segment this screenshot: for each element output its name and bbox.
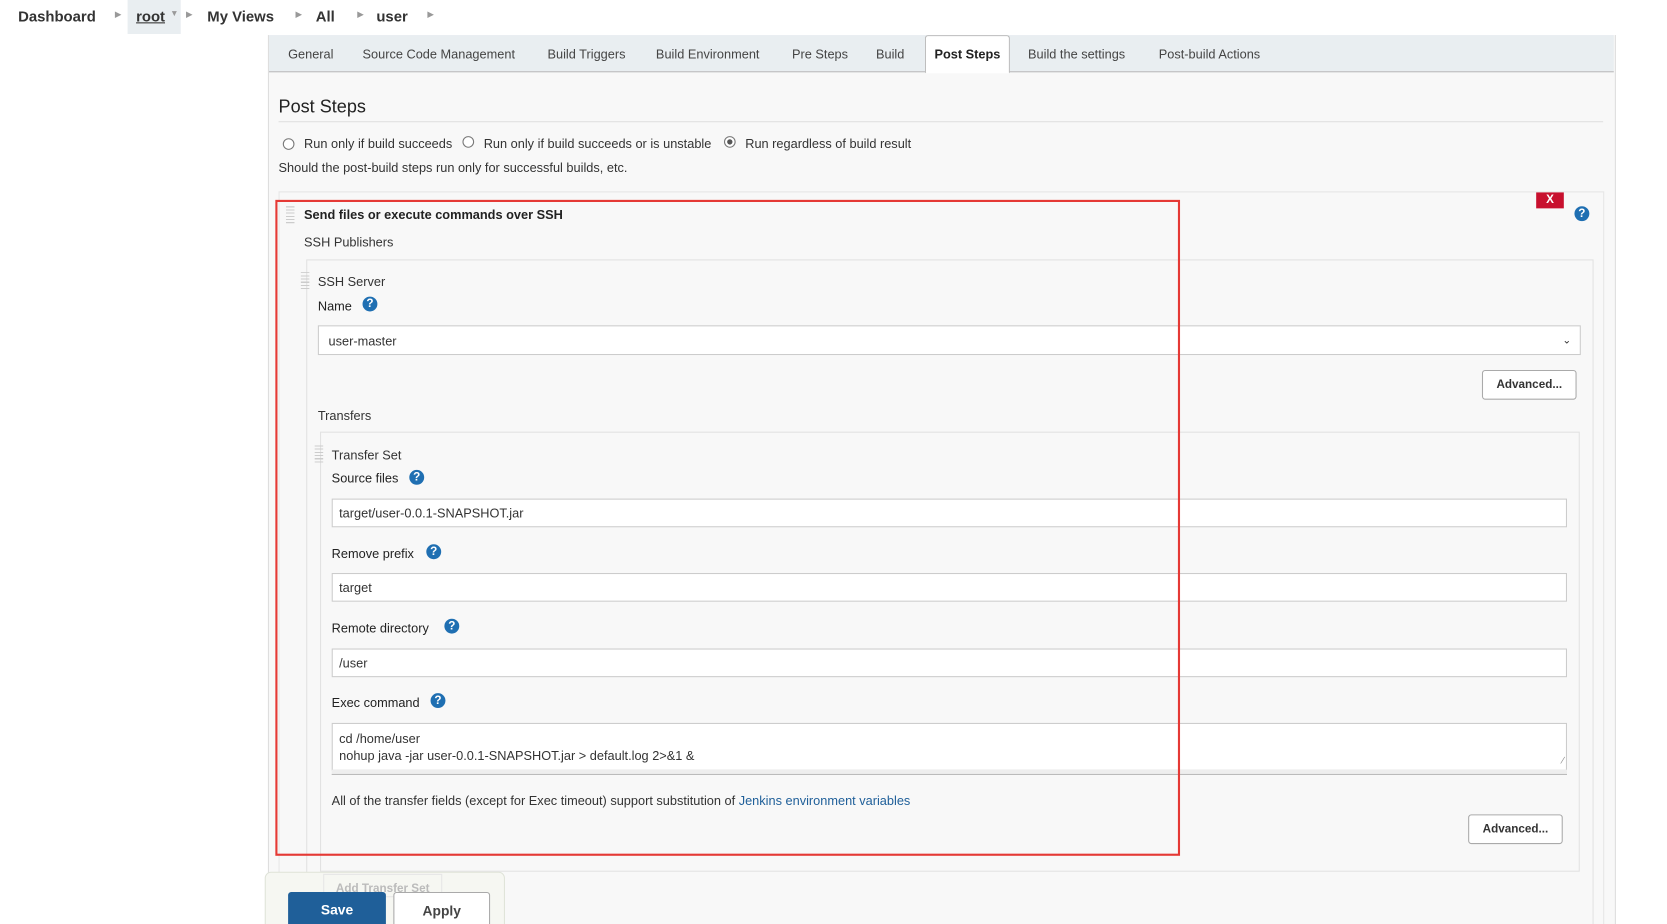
chevron-down-icon: ⌄ <box>1562 334 1572 347</box>
resize-handle-icon[interactable]: ∕ <box>1562 752 1564 769</box>
tab-post-build-actions[interactable]: Post-build Actions <box>1159 47 1260 62</box>
apply-button[interactable]: Apply <box>393 891 491 924</box>
breadcrumb-all[interactable]: All <box>316 7 335 24</box>
tab-bar: General Source Code Management Build Tri… <box>268 35 1614 74</box>
advanced-button[interactable]: Advanced... <box>1481 369 1577 400</box>
section-description: Should the post-build steps run only for… <box>278 160 628 176</box>
chevron-right-icon: ▶ <box>186 9 193 20</box>
divider <box>278 121 1604 123</box>
tab-post-steps[interactable]: Post Steps <box>924 35 1010 74</box>
chevron-right-icon: ▶ <box>357 9 364 20</box>
breadcrumb: Dashboard ▶ root ▼ ▶ My Views ▶ All ▶ us… <box>0 0 1667 35</box>
highlight-rectangle <box>275 199 1181 856</box>
tab-general[interactable]: General <box>288 47 333 62</box>
option-label: Run only if build succeeds <box>304 136 453 151</box>
save-button[interactable]: Save <box>288 891 386 924</box>
help-icon[interactable]: ? <box>1574 206 1590 222</box>
tab-build-environment[interactable]: Build Environment <box>656 47 760 62</box>
radio-succeeds[interactable] <box>282 138 295 150</box>
chevron-right-icon: ▶ <box>295 9 303 20</box>
breadcrumb-my-views[interactable]: My Views <box>207 7 274 24</box>
delete-step-button[interactable]: X <box>1536 192 1564 209</box>
radio-succeeds-or-unstable[interactable] <box>462 136 475 148</box>
tab-build[interactable]: Build <box>876 47 904 62</box>
radio-regardless[interactable] <box>723 136 736 148</box>
chevron-right-icon: ▶ <box>114 9 122 20</box>
tab-build-triggers[interactable]: Build Triggers <box>547 47 625 62</box>
option-label: Run only if build succeeds or is unstabl… <box>483 136 712 151</box>
chevron-right-icon: ▶ <box>427 9 434 20</box>
section-title: Post Steps <box>278 96 366 117</box>
transfer-advanced-button[interactable]: Advanced... <box>1468 814 1563 845</box>
tab-pre-steps[interactable]: Pre Steps <box>792 47 848 62</box>
tab-source-code-management[interactable]: Source Code Management <box>363 47 515 62</box>
breadcrumb-root[interactable]: root <box>136 7 165 24</box>
breadcrumb-dashboard[interactable]: Dashboard <box>18 7 96 24</box>
breadcrumb-user[interactable]: user <box>376 7 407 24</box>
caret-down-icon[interactable]: ▼ <box>170 9 178 19</box>
option-label: Run regardless of build result <box>745 136 912 151</box>
tab-build-the-settings[interactable]: Build the settings <box>1028 47 1125 62</box>
